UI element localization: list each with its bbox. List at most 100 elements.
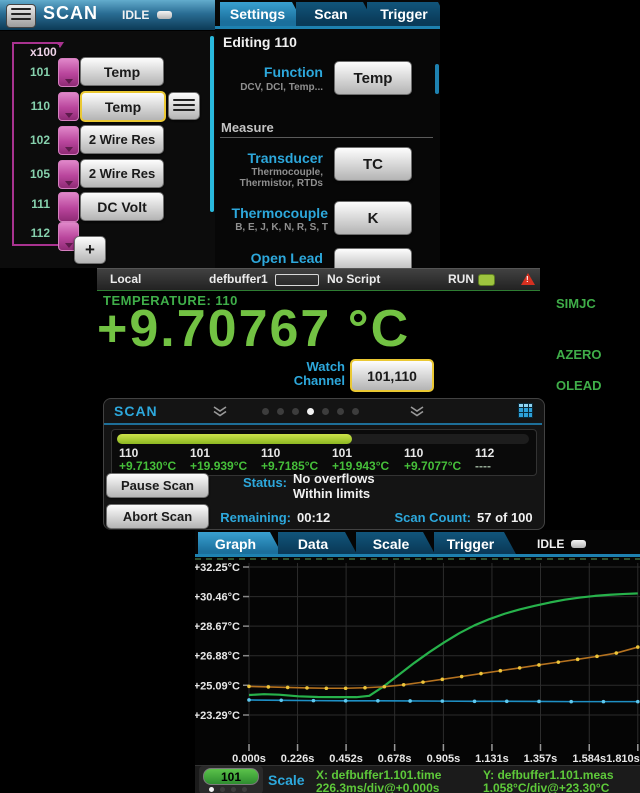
trace-pager-dots[interactable]	[209, 787, 247, 792]
channel-number: 105	[16, 167, 50, 181]
channel-number: 110	[16, 99, 50, 113]
status-label: Status:	[189, 475, 287, 490]
scan-swipe-widget: SCAN 110 +9.7130°C 101 +19.939°C 110	[103, 398, 545, 530]
reading-channel: 101	[190, 446, 210, 460]
add-channel-button[interactable]: +	[74, 236, 106, 264]
svg-text:+26.88°C: +26.88°C	[195, 651, 240, 663]
active-trace-pill[interactable]: 101	[203, 768, 259, 785]
settings-panel: Settings Scan Trigger Editing 110 Functi…	[215, 0, 440, 268]
swipe-pager-dots[interactable]	[262, 408, 359, 415]
svg-text:+23.29°C: +23.29°C	[195, 710, 240, 722]
tab-trigger[interactable]: Trigger	[367, 2, 440, 26]
scan-list-panel: SCAN IDLE x100 101 Temp 110 Temp 102 2 W…	[0, 0, 215, 268]
open-lead-value-button[interactable]	[334, 248, 412, 268]
svg-text:0.226s: 0.226s	[281, 753, 315, 765]
channel-number: 101	[16, 65, 50, 79]
svg-text:+30.46°C: +30.46°C	[195, 592, 240, 604]
scale-button[interactable]: Scale	[268, 772, 305, 788]
transducer-sublabel-1: Thermocouple,	[215, 167, 323, 178]
tab-data[interactable]: Data	[278, 532, 358, 556]
graph-legend-bar: 101 Scale X: defbuffer1.101.time 226.3ms…	[195, 765, 640, 793]
swipe-left-chevron-icon[interactable]	[212, 406, 228, 417]
swipe-right-chevron-icon[interactable]	[409, 406, 425, 417]
tab-underline	[215, 26, 440, 29]
transducer-value-button[interactable]: TC	[334, 147, 412, 181]
svg-text:0.000s: 0.000s	[232, 753, 266, 765]
scan-progress-track	[117, 434, 529, 444]
scan-table-icon[interactable]	[518, 403, 533, 418]
function-label: Function	[215, 64, 323, 80]
reading-channel: 110	[119, 446, 138, 460]
tab-settings[interactable]: Settings	[220, 2, 305, 26]
tab-trigger-graph[interactable]: Trigger	[434, 532, 517, 556]
thermocouple-sublabel: B, E, J, K, N, R, S, T	[215, 222, 328, 233]
panel-title: SCAN	[43, 3, 98, 24]
channel-function-button[interactable]: 2 Wire Res	[80, 125, 164, 154]
channel-number: 111	[16, 197, 50, 211]
remaining-label: Remaining:	[191, 510, 291, 525]
script-status: No Script	[327, 272, 380, 286]
thermocouple-value-button[interactable]: K	[334, 201, 412, 235]
reading-channel: 110	[404, 446, 423, 460]
x-legend-line1: X: defbuffer1.101.time	[316, 768, 441, 782]
channel-options-button[interactable]	[168, 92, 200, 120]
idle-status: IDLE	[537, 537, 564, 551]
reading-value: +9.7130°C	[119, 459, 176, 473]
indicator-olead: OLEAD	[556, 378, 602, 393]
channel-function-button[interactable]: Temp	[80, 57, 164, 86]
x-legend-line2: 226.3ms/div@+0.000s	[316, 781, 439, 793]
svg-text:+28.67°C: +28.67°C	[195, 621, 240, 633]
scan-count-label: Scan Count:	[381, 510, 471, 525]
widget-divider	[104, 423, 542, 425]
measure-section-title: Measure	[221, 120, 274, 135]
graph-screen: Graph Data Scale Trigger IDLE 0.000s 0.22…	[195, 530, 640, 793]
channel-function-button-selected[interactable]: Temp	[80, 91, 166, 122]
status-line-2: Within limits	[293, 486, 370, 501]
channel-badge[interactable]	[58, 160, 79, 189]
reading-channel: 110	[261, 446, 280, 460]
thermocouple-label: Thermocouple	[215, 205, 328, 221]
comm-mode: Local	[110, 272, 141, 286]
status-line-1: No overflows	[293, 471, 375, 486]
channel-badge[interactable]	[58, 92, 79, 121]
channel-badge[interactable]	[58, 192, 79, 222]
reading-channel: 101	[332, 446, 352, 460]
scrollbar[interactable]	[210, 36, 214, 212]
function-sublabel: DCV, DCI, Temp...	[215, 82, 323, 93]
scrollbar[interactable]	[435, 64, 439, 94]
trace-selector-tile[interactable]: 101	[199, 766, 263, 793]
tab-scan[interactable]: Scan	[296, 2, 376, 26]
channel-function-button[interactable]: DC Volt	[80, 192, 164, 221]
scan-progress-fill	[117, 434, 352, 444]
channel-badge[interactable]	[58, 126, 79, 155]
idle-indicator-icon	[157, 11, 172, 19]
buffer-fill-gauge	[275, 274, 319, 286]
svg-text:+32.25°C: +32.25°C	[195, 562, 240, 574]
channel-badge[interactable]	[58, 58, 79, 87]
warning-triangle-icon[interactable]: !	[521, 273, 535, 285]
svg-text:1.810s: 1.810s	[606, 753, 640, 765]
idle-indicator-icon	[571, 540, 586, 548]
svg-text:1.584s: 1.584s	[572, 753, 606, 765]
tab-scale[interactable]: Scale	[356, 532, 436, 556]
main-reading: +9.70767 °C	[97, 299, 410, 359]
idle-status: IDLE	[122, 8, 149, 22]
run-indicator-icon	[478, 274, 495, 286]
tab-graph[interactable]: Graph	[198, 532, 283, 556]
reading-channel: 112	[475, 446, 494, 460]
menu-icon[interactable]	[6, 4, 36, 28]
y-legend-line2: 1.058°C/div@+23.30°C	[483, 781, 609, 793]
run-status: RUN	[448, 272, 474, 286]
section-divider	[220, 137, 433, 138]
channel-function-button[interactable]: 2 Wire Res	[80, 159, 164, 188]
scan-readings-box: 110 +9.7130°C 101 +19.939°C 110 +9.7185°…	[111, 429, 537, 476]
watch-channel-label: Watch Channel	[247, 360, 345, 388]
reading-value: +19.939°C	[190, 459, 247, 473]
editing-heading: Editing 110	[223, 34, 297, 50]
function-value-button[interactable]: Temp	[334, 61, 412, 95]
y-legend-line1: Y: defbuffer1.101.meas	[483, 768, 614, 782]
temperature-graph[interactable]: 0.000s0.226s0.452s0.678s0.905s1.131s1.35…	[195, 557, 640, 765]
watch-channel-button[interactable]: 101,110	[350, 359, 434, 392]
active-buffer[interactable]: defbuffer1	[209, 272, 268, 286]
multiplier-label: x100	[28, 45, 59, 59]
